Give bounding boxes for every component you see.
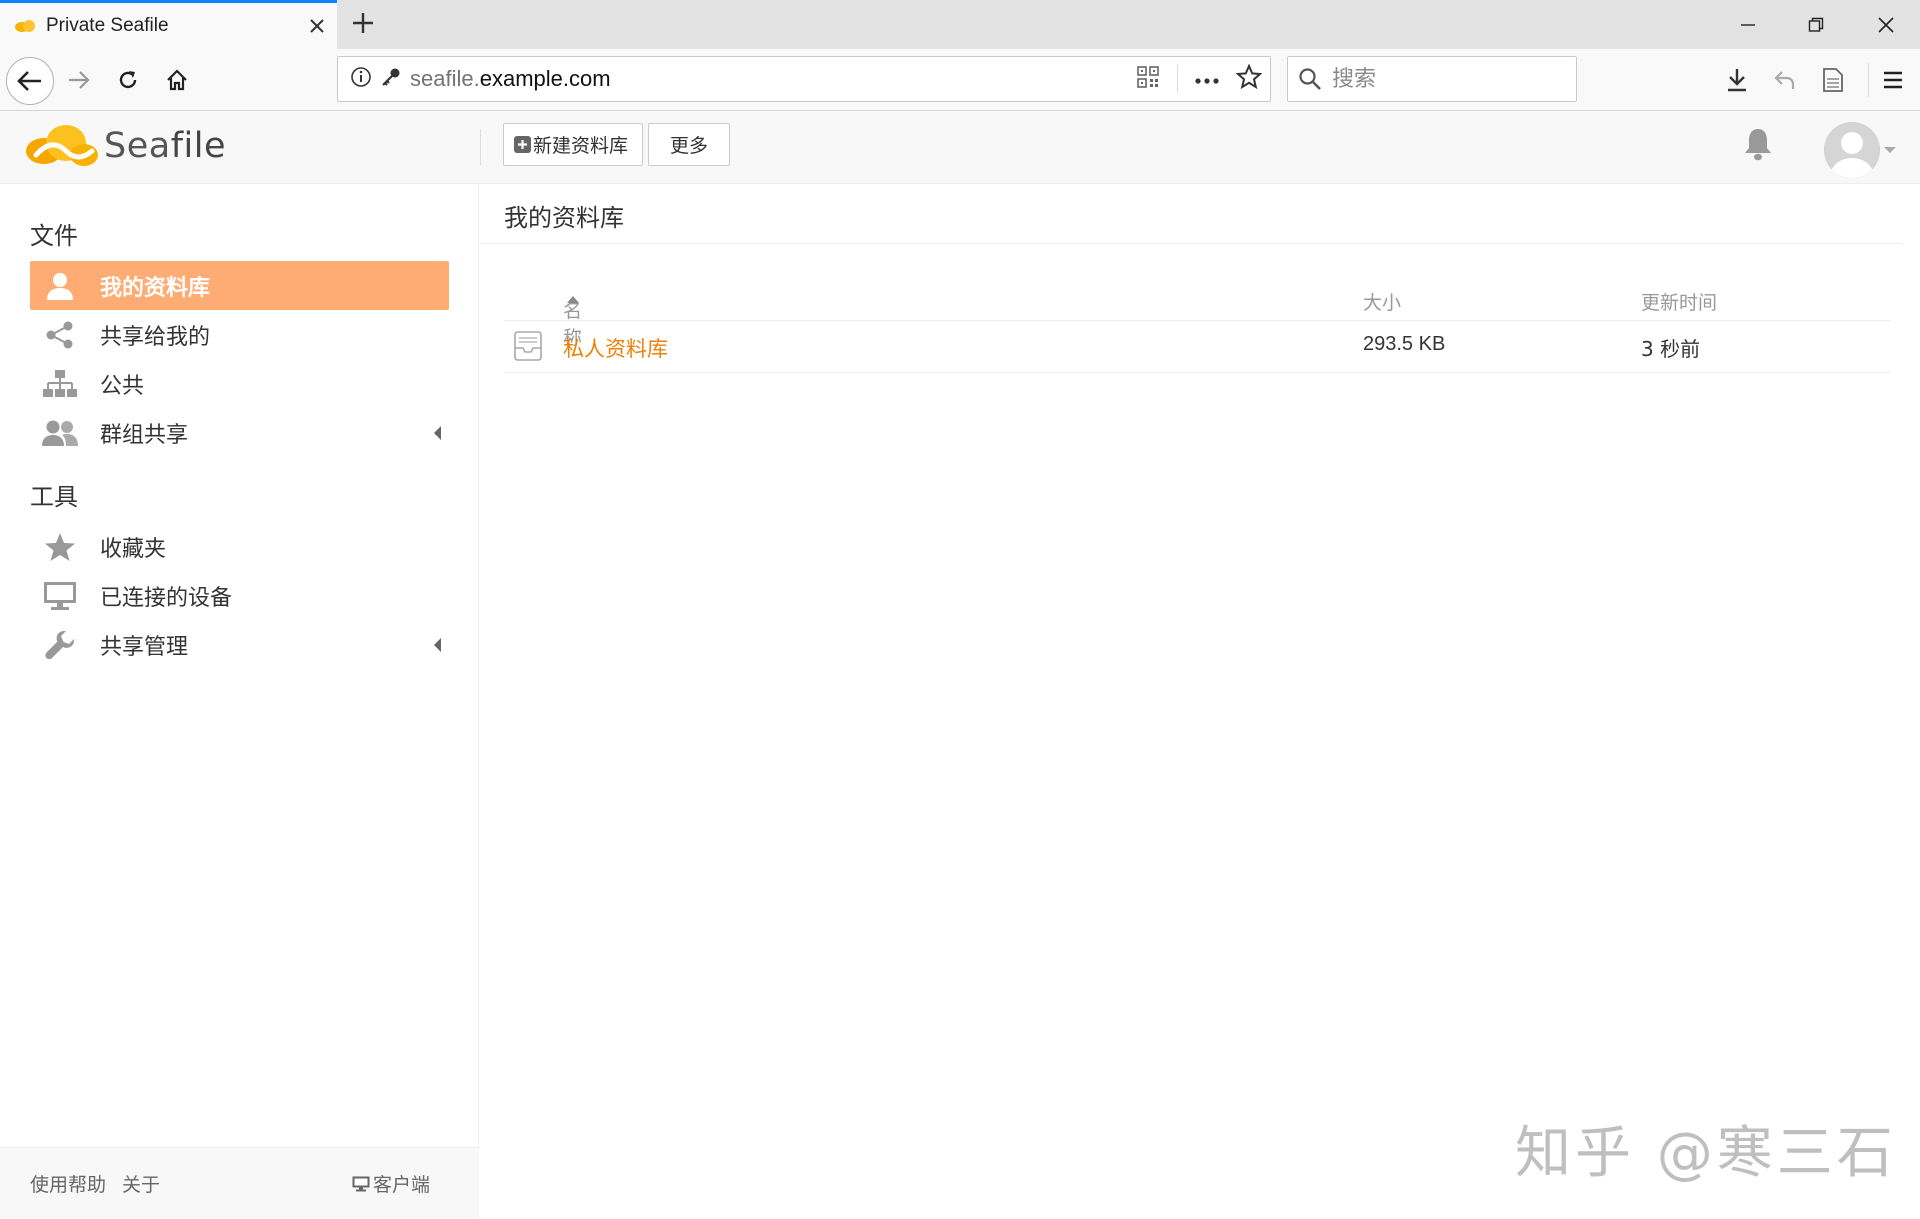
hamburger-menu-icon: [1884, 71, 1902, 89]
title-divider: [480, 243, 1902, 244]
new-library-button[interactable]: 新建资料库: [503, 123, 643, 166]
more-label: 更多: [669, 135, 708, 157]
sidebar: 文件 我的资料库 共享给我的 公共 群组共享 工具 收藏夹 已连接的设备 共享管…: [0, 184, 479, 1219]
library-name-link[interactable]: 私人资料库: [563, 333, 668, 363]
reader-view-button[interactable]: [1810, 57, 1856, 103]
column-header-size: 大小: [1363, 292, 1402, 314]
new-library-label: 新建资料库: [533, 135, 629, 157]
files-heading: 文件: [30, 222, 78, 250]
sidebar-item-favorites[interactable]: 收藏夹: [30, 522, 449, 571]
search-icon: [1299, 68, 1321, 90]
sidebar-item-label: 共享管理: [100, 634, 189, 660]
reload-icon: [119, 71, 137, 89]
star-icon: [40, 527, 80, 567]
browser-navbar: seafile.example.com: [0, 49, 1920, 111]
sidebar-item-group-shares[interactable]: 群组共享: [30, 408, 449, 457]
key-icon[interactable]: [380, 66, 402, 92]
client-download-link[interactable]: 客户端: [352, 1170, 430, 1197]
expand-caret-icon[interactable]: [434, 638, 441, 652]
more-button[interactable]: 更多: [648, 123, 730, 166]
browser-menu-button[interactable]: [1870, 57, 1916, 103]
sidebar-item-linked-devices[interactable]: 已连接的设备: [30, 571, 449, 620]
seafile-logo-text: Seafile: [104, 126, 227, 166]
column-header-updated[interactable]: 更新时间: [1641, 288, 1717, 315]
zhihu-watermark: 知乎 @寒三石: [1515, 1121, 1897, 1186]
browser-tabbar: Private Seafile: [0, 0, 1920, 49]
browser-search-input[interactable]: [1332, 66, 1552, 92]
window-restore-button[interactable]: [1782, 0, 1850, 49]
undo-button[interactable]: [1762, 57, 1808, 103]
url-bar[interactable]: seafile.example.com: [337, 56, 1271, 102]
main-content: 我的资料库 名称 大小 更新时间 私人资料库 293.5 KB 3 秒前: [480, 184, 1920, 1219]
table-row[interactable]: 私人资料库 293.5 KB 3 秒前: [504, 321, 1891, 373]
window-minimize-button[interactable]: [1714, 0, 1782, 49]
notifications-bell-icon[interactable]: [1743, 127, 1773, 165]
downloads-button[interactable]: [1714, 57, 1760, 103]
help-link[interactable]: 使用帮助: [30, 1170, 106, 1197]
desktop-client-icon: [352, 1176, 370, 1191]
tools-heading: 工具: [30, 483, 78, 511]
download-icon: [1728, 69, 1746, 92]
reload-button[interactable]: [105, 57, 151, 103]
home-button[interactable]: [154, 57, 200, 103]
sidebar-item-public[interactable]: 公共: [30, 359, 449, 408]
url-text[interactable]: seafile.example.com: [410, 66, 1137, 92]
seafile-logo[interactable]: Seafile: [22, 121, 226, 171]
sort-ascending-icon[interactable]: [567, 296, 579, 303]
library-size: 293.5 KB: [1363, 333, 1446, 355]
expand-caret-icon[interactable]: [434, 426, 441, 440]
wrench-icon: [40, 625, 80, 665]
bookmark-star-icon[interactable]: [1235, 63, 1263, 94]
sidebar-item-my-libraries[interactable]: 我的资料库: [30, 261, 449, 310]
forward-button[interactable]: [56, 57, 102, 103]
url-bar-divider: [1177, 65, 1178, 93]
user-menu-caret-icon[interactable]: [1884, 147, 1896, 153]
sidebar-item-label: 我的资料库: [100, 275, 211, 301]
home-icon: [167, 69, 187, 91]
app-header: Seafile 新建资料库 更多: [0, 111, 1920, 184]
seafile-favicon-icon: [15, 20, 35, 32]
tab-title: Private Seafile: [46, 15, 169, 36]
desktop-monitor-icon: [40, 576, 80, 616]
sidebar-item-label: 已连接的设备: [100, 585, 233, 611]
sidebar-item-label: 公共: [100, 373, 145, 399]
page-actions-icon[interactable]: [1194, 70, 1220, 89]
page-icon: [1823, 68, 1843, 92]
sitemap-icon: [40, 364, 80, 404]
tab-close-icon[interactable]: [297, 12, 337, 40]
sidebar-item-share-admin[interactable]: 共享管理: [30, 620, 449, 669]
window-close-button[interactable]: [1852, 0, 1920, 49]
share-icon: [40, 315, 80, 355]
sidebar-item-label: 收藏夹: [100, 536, 167, 562]
library-table-header: 名称 大小 更新时间: [504, 280, 1891, 349]
browser-search-bar[interactable]: [1287, 56, 1577, 102]
header-divider: [480, 129, 481, 165]
qr-code-icon[interactable]: [1137, 66, 1159, 92]
sidebar-footer: 使用帮助 关于 客户端: [0, 1147, 479, 1219]
default-user-avatar-icon: [1824, 122, 1880, 178]
user-avatar[interactable]: [1824, 122, 1880, 178]
forward-arrow-icon: [69, 71, 90, 89]
plus-square-icon: [514, 136, 531, 153]
client-label: 客户端: [373, 1174, 431, 1196]
site-info-icon[interactable]: [350, 66, 372, 92]
sidebar-item-label: 群组共享: [100, 422, 189, 448]
seafile-cloud-logo-icon: [26, 125, 98, 166]
toolbar-divider: [1868, 63, 1869, 97]
new-tab-button[interactable]: [346, 6, 380, 42]
sidebar-item-shared-with-me[interactable]: 共享给我的: [30, 310, 449, 359]
page-title: 我的资料库: [504, 204, 624, 232]
sidebar-item-label: 共享给我的: [100, 324, 211, 350]
undo-icon: [1774, 71, 1795, 89]
back-arrow-icon: [17, 71, 41, 91]
users-icon: [40, 413, 80, 453]
library-updated-time: 3 秒前: [1641, 337, 1701, 361]
back-button[interactable]: [6, 57, 54, 105]
library-icon: [512, 331, 544, 366]
about-link[interactable]: 关于: [122, 1170, 160, 1197]
browser-tab-active[interactable]: Private Seafile: [0, 0, 337, 49]
user-icon: [40, 266, 80, 306]
